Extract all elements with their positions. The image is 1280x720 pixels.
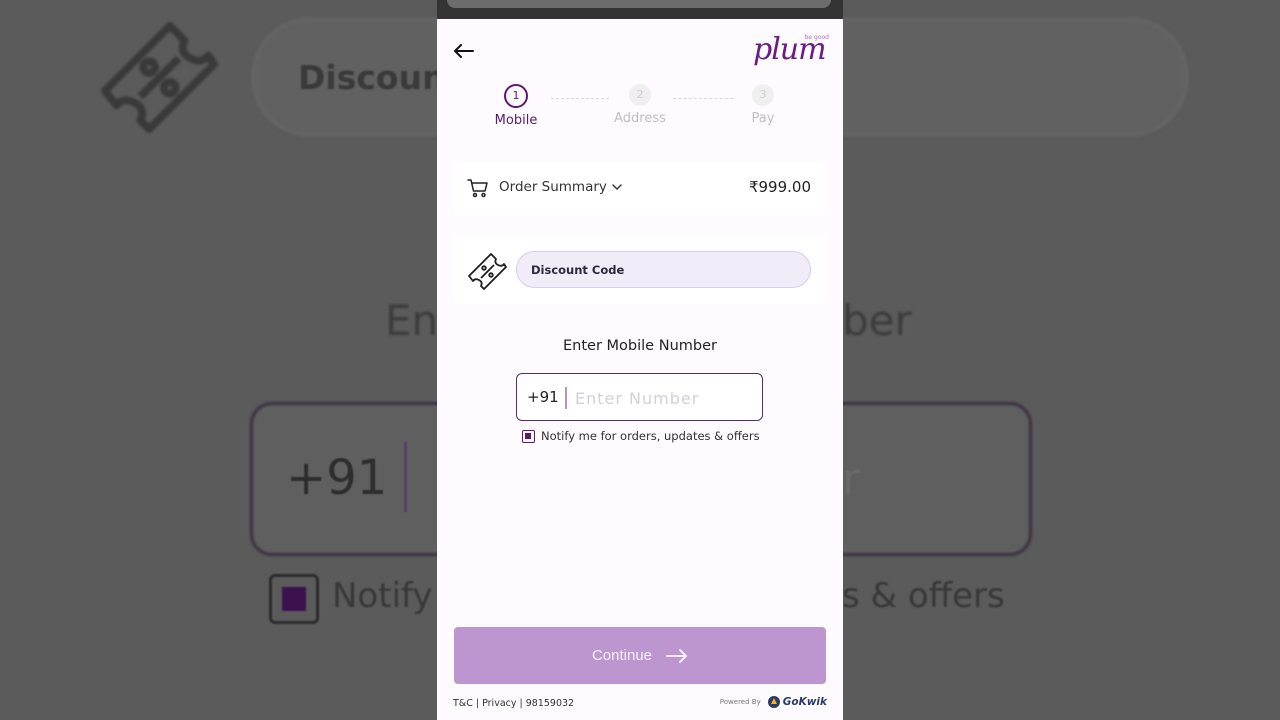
arrow-right-icon [666, 648, 688, 663]
background-notify-right: s & offers [842, 576, 1005, 616]
background-discount-label: Discoun [298, 58, 446, 97]
step-number: 2 [629, 84, 651, 106]
plum-logo: plum be good [753, 32, 829, 68]
footer-links[interactable]: T&C | Privacy | 98159032 [453, 698, 574, 709]
background-title-right: ber [842, 296, 912, 345]
country-code: +91 [527, 388, 559, 406]
cart-icon [467, 179, 488, 198]
background-title-left: En [385, 296, 439, 345]
background-placeholder-tail: r [842, 454, 861, 505]
background-country-code: +91 [286, 450, 388, 506]
mobile-number-field[interactable]: +91 [516, 373, 763, 421]
top-strip [437, 0, 843, 19]
checkout-screen: plum be good 1 Mobile 2 Address 3 Pay Or… [437, 0, 843, 720]
ticket-icon [468, 253, 507, 290]
mobile-number-input[interactable] [573, 382, 757, 414]
step-pay[interactable]: 3 Pay [718, 84, 808, 126]
step-label: Mobile [494, 113, 538, 128]
order-total-price: ₹999.00 [748, 178, 811, 196]
background-input-divider [404, 442, 407, 512]
background-ticket-icon [101, 21, 218, 133]
back-button[interactable] [451, 38, 477, 64]
step-number: 3 [752, 84, 774, 106]
discount-card: Discount Code [453, 236, 827, 304]
powered-by-label: Powered By [719, 698, 761, 706]
notify-label: Notify me for orders, updates & offers [541, 429, 760, 443]
order-summary-label: Order Summary [499, 179, 607, 195]
notify-checkbox[interactable] [522, 429, 535, 443]
powered-by: Powered By GoKwik [720, 695, 827, 709]
continue-label: Continue [591, 647, 653, 664]
discount-code-input[interactable]: Discount Code [516, 251, 811, 288]
country-code-divider [565, 387, 567, 409]
step-label: Pay [751, 111, 775, 126]
gokwik-logo-icon [767, 696, 780, 708]
continue-button[interactable]: Continue [454, 627, 826, 684]
notify-option[interactable]: Notify me for orders, updates & offers [522, 427, 760, 445]
arrow-left-icon [454, 44, 474, 58]
chevron-down-icon [612, 184, 622, 190]
checkout-stepper: 1 Mobile 2 Address 3 Pay [437, 84, 843, 134]
step-mobile[interactable]: 1 Mobile [471, 84, 561, 128]
step-label: Address [614, 111, 666, 126]
background-checkbox [269, 574, 319, 624]
step-address[interactable]: 2 Address [595, 84, 685, 126]
mobile-section-title: Enter Mobile Number [563, 338, 717, 354]
gokwik-wordmark: GoKwik [782, 696, 827, 708]
step-number: 1 [504, 84, 528, 108]
logo-tagline: be good [804, 34, 829, 41]
order-summary-card[interactable]: Order Summary ₹999.00 [453, 162, 827, 216]
background-notify-left: Notify [332, 576, 433, 616]
